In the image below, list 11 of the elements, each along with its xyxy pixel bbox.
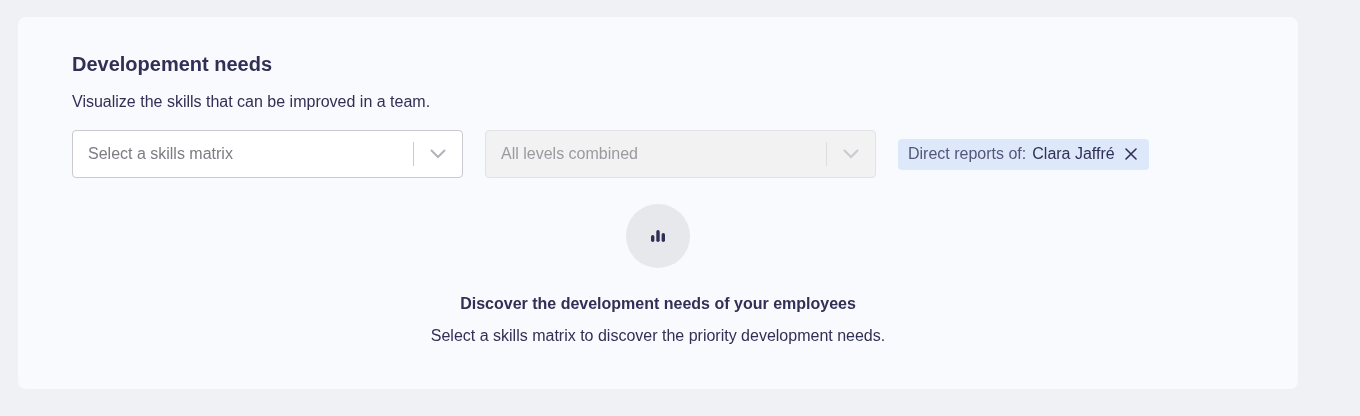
- tag-label: Direct reports of:: [908, 144, 1027, 164]
- close-icon[interactable]: [1124, 148, 1137, 160]
- section-subtitle: Visualize the skills that can be improved in a team.: [72, 92, 432, 112]
- chevron-down-icon: [430, 149, 446, 159]
- section-title: Developement needs: [72, 52, 274, 77]
- empty-state-title: Discover the development needs of your employees: [460, 294, 856, 314]
- empty-state-message: Select a skills matrix to discover the priority development needs.: [430, 326, 886, 346]
- select-input[interactable]: Select a skills matrix: [86, 141, 413, 167]
- tag-value: Clara Jaffré: [1032, 144, 1115, 164]
- select-field[interactable]: Select a skills matrix: [72, 130, 463, 178]
- chevron-down-icon: [843, 149, 859, 159]
